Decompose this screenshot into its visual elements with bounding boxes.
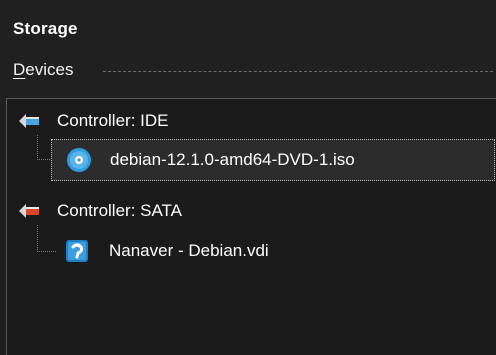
devices-divider — [103, 71, 493, 72]
controller-ide-label: Controller: IDE — [57, 111, 169, 130]
hard-disk-icon — [66, 240, 88, 262]
controller-sata-label: Controller: SATA — [57, 201, 183, 220]
controller-sata[interactable]: Controller: SATA — [17, 191, 182, 231]
controller-ide[interactable]: Controller: IDE — [17, 101, 168, 141]
attachment-vdi-label: Nanaver - Debian.vdi — [109, 241, 269, 260]
attachment-iso-label: debian-12.1.0-amd64-DVD-1.iso — [110, 150, 355, 169]
devices-label-accelerator: D — [13, 60, 26, 79]
devices-label: Devices — [13, 60, 73, 80]
section-title: Storage — [13, 19, 78, 38]
attachment-vdi-item[interactable]: Nanaver - Debian.vdi — [51, 231, 269, 271]
attachment-iso-item[interactable]: debian-12.1.0-amd64-DVD-1.iso — [51, 139, 495, 181]
ide-controller-icon — [19, 114, 39, 128]
sata-controller-icon — [19, 204, 39, 218]
devices-header: Devices — [13, 60, 493, 84]
devices-label-rest: evices — [25, 60, 74, 79]
optical-disc-icon — [67, 148, 91, 172]
storage-devices-tree[interactable]: Controller: IDE debian-12.1.0-amd64-DVD-… — [6, 98, 496, 355]
